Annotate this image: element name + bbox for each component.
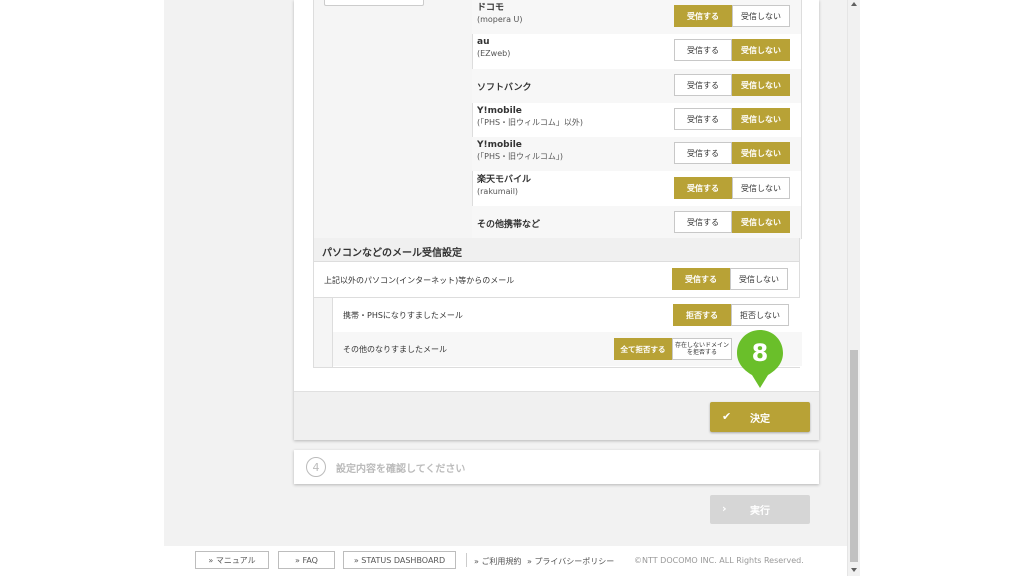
carrier-row: ドコモ (mopera U) 受信する 受信しない bbox=[472, 0, 801, 34]
carrier-name: ドコモ bbox=[477, 3, 505, 13]
spoof-mobile-allow-button[interactable]: 拒否しない bbox=[731, 304, 789, 326]
reject-button[interactable]: 受信しない bbox=[732, 5, 790, 27]
spoof-other-row: その他のなりすましたメール 全て拒否する 存在しないドメイン を拒否する bbox=[333, 332, 802, 366]
reject-button[interactable]: 受信しない bbox=[732, 74, 790, 96]
carrier-subname: (rakumail) bbox=[477, 187, 519, 196]
receive-button[interactable]: 受信する bbox=[674, 211, 732, 233]
reject-button[interactable]: 受信しない bbox=[732, 108, 790, 130]
carrier-subname: (EZweb) bbox=[477, 49, 511, 58]
step-4-panel: 4 設定内容を確認してください bbox=[294, 450, 819, 484]
carrier-name: その他携帯など bbox=[477, 220, 541, 230]
carrier-name: Y!mobile bbox=[477, 106, 522, 116]
footer-copyright: ©NTT DOCOMO INC. ALL Rights Reserved. bbox=[634, 556, 804, 565]
spoof-settings-inner: 携帯・PHSになりすましたメール 拒否する 拒否しない その他のなりすましたメー… bbox=[332, 298, 802, 367]
pc-mail-receive-button[interactable]: 受信する bbox=[672, 268, 730, 290]
carrier-receive-toggle: 受信する 受信しない bbox=[674, 177, 790, 199]
pc-section-title: パソコンなどのメール受信設定 bbox=[322, 248, 462, 259]
carrier-receive-toggle: 受信する 受信しない bbox=[674, 108, 790, 130]
reject-button[interactable]: 受信しない bbox=[732, 177, 790, 199]
spoof-mobile-label: 携帯・PHSになりすましたメール bbox=[343, 311, 463, 320]
execute-button[interactable]: › 実行 bbox=[710, 495, 810, 524]
scroll-down-icon[interactable] bbox=[851, 568, 857, 572]
decide-button[interactable]: ✔ 決定 bbox=[710, 402, 810, 432]
receive-button[interactable]: 受信する bbox=[674, 39, 732, 61]
receive-button[interactable]: 受信する bbox=[674, 74, 732, 96]
decide-button-label: 決定 bbox=[750, 413, 770, 425]
reject-button[interactable]: 受信しない bbox=[732, 142, 790, 164]
carrier-row: その他携帯など 受信する 受信しない bbox=[472, 206, 801, 240]
carrier-receive-toggle: 受信する 受信しない bbox=[674, 142, 790, 164]
spoof-other-label: その他のなりすましたメール bbox=[343, 345, 447, 354]
step-8-marker: 8 bbox=[737, 330, 783, 388]
spoof-mobile-toggle: 拒否する 拒否しない bbox=[673, 304, 789, 326]
carrier-subname: (mopera U) bbox=[477, 15, 523, 24]
footer-divider bbox=[466, 553, 467, 567]
scrollbar-thumb[interactable] bbox=[850, 350, 858, 562]
execute-button-label: 実行 bbox=[750, 506, 770, 517]
carrier-table: ドコモ (mopera U) 受信する 受信しない au (EZweb) 受信する 受信しない… bbox=[313, 0, 802, 240]
carrier-category-cell bbox=[314, 0, 473, 238]
spoof-mobile-reject-button[interactable]: 拒否する bbox=[673, 304, 731, 326]
carrier-row: ソフトバンク 受信する 受信しない bbox=[472, 69, 801, 103]
receive-button[interactable]: 受信する bbox=[674, 177, 732, 199]
spoof-other-option-line1: 存在しないドメイン bbox=[674, 342, 729, 349]
spoof-other-reject-all-button[interactable]: 全て拒否する bbox=[614, 338, 672, 360]
footer-status-dashboard-link[interactable]: » STATUS DASHBOARD bbox=[343, 551, 456, 569]
reject-button[interactable]: 受信しない bbox=[732, 211, 790, 233]
scroll-up-icon[interactable] bbox=[851, 2, 857, 6]
pc-mail-reject-button[interactable]: 受信しない bbox=[730, 268, 788, 290]
carrier-row: Y!mobile (「PHS・旧ウィルコム」以外) 受信する 受信しない bbox=[472, 103, 801, 137]
spoof-mobile-row: 携帯・PHSになりすましたメール 拒否する 拒否しない bbox=[333, 298, 802, 332]
footer-terms-link[interactable]: » ご利用規約 bbox=[474, 556, 521, 567]
carrier-row: 楽天モバイル (rakumail) 受信する 受信しない bbox=[472, 172, 801, 206]
chevron-right-icon: › bbox=[722, 502, 727, 515]
step-4-number: 4 bbox=[306, 457, 326, 477]
receive-button[interactable]: 受信する bbox=[674, 142, 732, 164]
pc-mail-toggle: 受信する 受信しない bbox=[672, 268, 788, 290]
reject-button[interactable]: 受信しない bbox=[732, 39, 790, 61]
pc-mail-label: 上記以外のパソコン(インターネット)等からのメール bbox=[324, 276, 515, 285]
carrier-name: au bbox=[477, 37, 490, 47]
step-4-title: 設定内容を確認してください bbox=[336, 464, 466, 475]
carrier-row: au (EZweb) 受信する 受信しない bbox=[472, 34, 801, 68]
carrier-subname: (「PHS・旧ウィルコム」) bbox=[477, 152, 563, 161]
carrier-name: ソフトバンク bbox=[477, 83, 532, 93]
footer-faq-link[interactable]: » FAQ bbox=[278, 551, 335, 569]
spoof-other-nonexistent-domain-button[interactable]: 存在しないドメイン を拒否する bbox=[672, 338, 732, 360]
carrier-receive-toggle: 受信する 受信しない bbox=[674, 5, 790, 27]
spoof-other-toggle: 全て拒否する 存在しないドメイン を拒否する bbox=[614, 338, 732, 360]
carrier-subname: (「PHS・旧ウィルコム」以外) bbox=[477, 118, 583, 127]
pc-section-heading: パソコンなどのメール受信設定 bbox=[313, 238, 800, 262]
carrier-name: 楽天モバイル bbox=[477, 175, 532, 185]
spoof-settings-group: 携帯・PHSになりすましたメール 拒否する 拒否しない その他のなりすましたメー… bbox=[313, 298, 802, 368]
carrier-receive-toggle: 受信する 受信しない bbox=[674, 39, 790, 61]
vertical-scrollbar[interactable] bbox=[847, 0, 860, 576]
spoof-other-option-line2: を拒否する bbox=[686, 349, 717, 356]
footer-privacy-link[interactable]: » プライバシーポリシー bbox=[527, 556, 614, 567]
carrier-receive-toggle: 受信する 受信しない bbox=[674, 211, 790, 233]
carrier-receive-toggle: 受信する 受信しない bbox=[674, 74, 790, 96]
carrier-name: Y!mobile bbox=[477, 140, 522, 150]
check-icon: ✔ bbox=[722, 410, 732, 423]
receive-button[interactable]: 受信する bbox=[674, 108, 732, 130]
footer-manual-link[interactable]: » マニュアル bbox=[195, 551, 269, 569]
category-button-stub[interactable] bbox=[324, 0, 424, 6]
carrier-row: Y!mobile (「PHS・旧ウィルコム」) 受信する 受信しない bbox=[472, 137, 801, 171]
pc-mail-row: 上記以外のパソコン(インターネット)等からのメール 受信する 受信しない bbox=[313, 262, 800, 298]
receive-button[interactable]: 受信する bbox=[674, 5, 732, 27]
step-8-number: 8 bbox=[752, 339, 769, 367]
